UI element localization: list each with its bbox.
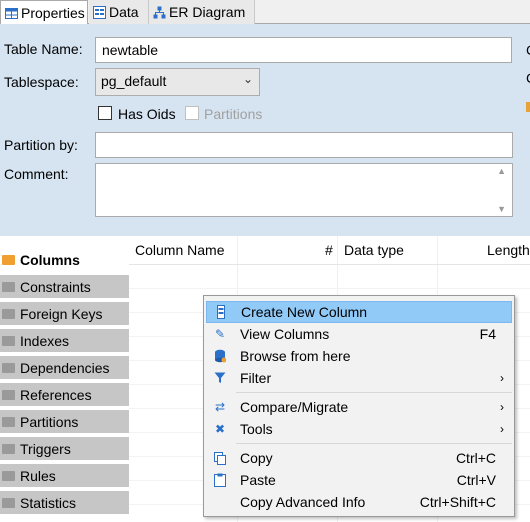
sidebar-item-columns[interactable]: Columns [0,248,129,273]
tab-er-diagram-label: ER Diagram [169,4,246,20]
sidebar-item-statistics[interactable]: Statistics [0,491,129,516]
sidebar-item-indexes[interactable]: Indexes [0,329,129,354]
tablespace-select[interactable]: pg_default ⌄ [95,68,260,96]
sidebar-item-label: Dependencies [20,359,110,376]
comment-label: Comment: [4,166,69,182]
tab-data-label: Data [109,4,139,20]
menu-item-create-new-column[interactable]: Create New Column [206,301,512,323]
partitions-icon [2,416,15,427]
folder-icon [2,470,15,481]
sidebar-item-dependencies[interactable]: Dependencies [0,356,129,381]
menu-item-view-columns[interactable]: ✎ View Columns F4 [206,323,512,345]
column-header-number[interactable]: # [325,242,333,258]
chevron-down-icon: ⌄ [242,72,253,86]
tools-icon: ✖ [214,422,226,436]
partition-by-input[interactable] [95,132,513,158]
chevron-right-icon: › [500,400,504,414]
column-icon [213,304,229,320]
clipped-label-2: C [526,70,530,86]
partitions-checkbox[interactable] [185,106,199,120]
sidebar-item-partitions[interactable]: Partitions [0,410,129,435]
sidebar-item-label: Triggers [20,440,71,457]
clipped-icon [526,102,530,112]
table-properties-panel: Table Name: Tablespace: pg_default ⌄ Has… [0,24,530,236]
tab-properties-label: Properties [21,5,85,21]
sidebar-item-label: Constraints [20,278,91,295]
chevron-right-icon: › [500,371,504,385]
table-name-label: Table Name: [4,41,83,57]
has-oids-checkbox[interactable] [98,106,112,120]
sidebar-item-constraints[interactable]: Constraints [0,275,129,300]
folder-icon [2,335,15,346]
folder-icon [2,308,15,319]
menu-item-filter[interactable]: Filter › [206,367,512,389]
comment-textarea[interactable]: ▲ ▼ [95,163,513,217]
tablespace-value: pg_default [101,73,167,89]
filter-icon [212,370,228,386]
column-header-name[interactable]: Column Name [135,242,224,258]
sidebar-item-label: Partitions [20,413,79,430]
menu-item-copy-advanced-info[interactable]: Copy Advanced Info Ctrl+Shift+C [206,491,512,513]
constraints-icon [2,281,15,292]
column-header-length[interactable]: Length [487,242,530,258]
partition-by-label: Partition by: [4,137,78,153]
menu-item-tools[interactable]: ✖ Tools › [206,418,512,440]
scroll-up-icon[interactable]: ▲ [497,166,506,176]
menu-item-paste[interactable]: Paste Ctrl+V [206,469,512,491]
editor-tab-strip: Properties Data ER Diagram [0,0,530,25]
clipped-label-1: C [526,42,530,58]
tab-er-diagram[interactable]: ER Diagram [149,0,255,24]
sidebar-item-label: Columns [20,251,80,268]
sidebar-item-label: Indexes [20,332,70,349]
table-name-input[interactable] [95,37,512,63]
sidebar-item-label: Rules [20,467,56,484]
folder-icon [2,389,15,400]
tablespace-label: Tablespace: [4,74,79,90]
sidebar-item-label: References [20,386,92,403]
folder-icon [2,362,15,373]
sidebar-item-foreign-keys[interactable]: Foreign Keys [0,302,129,327]
folder-icon [2,443,15,454]
has-oids-label: Has Oids [118,106,176,122]
tab-data[interactable]: Data [89,0,149,24]
column-header-data-type[interactable]: Data type [344,242,404,258]
sidebar-item-label: Statistics [20,494,77,511]
partitions-label: Partitions [204,106,263,122]
copy-icon [212,450,228,466]
table-icon [5,7,18,20]
chevron-right-icon: › [500,422,504,436]
data-icon [93,5,106,19]
database-icon [212,348,228,364]
compare-icon: ⇄ [214,400,226,414]
sidebar-item-triggers[interactable]: Triggers [0,437,129,462]
menu-item-browse-from-here[interactable]: Browse from here [206,345,512,367]
pencil-icon: ✎ [214,327,226,341]
sidebar-item-label: Foreign Keys [20,305,103,322]
paste-icon [212,472,228,488]
tab-properties[interactable]: Properties [0,0,88,25]
sidebar-item-rules[interactable]: Rules [0,464,129,489]
columns-icon [2,254,15,265]
sidebar-item-references[interactable]: References [0,383,129,408]
info-icon [2,497,15,508]
scroll-down-icon[interactable]: ▼ [497,204,506,214]
menu-item-compare-migrate[interactable]: ⇄ Compare/Migrate › [206,396,512,418]
context-menu: Create New Column ✎ View Columns F4 Brow… [203,295,515,517]
er-diagram-icon [153,6,166,19]
table-sections-sidebar: Columns Constraints Foreign Keys Indexes… [0,236,129,522]
menu-item-copy[interactable]: Copy Ctrl+C [206,447,512,469]
